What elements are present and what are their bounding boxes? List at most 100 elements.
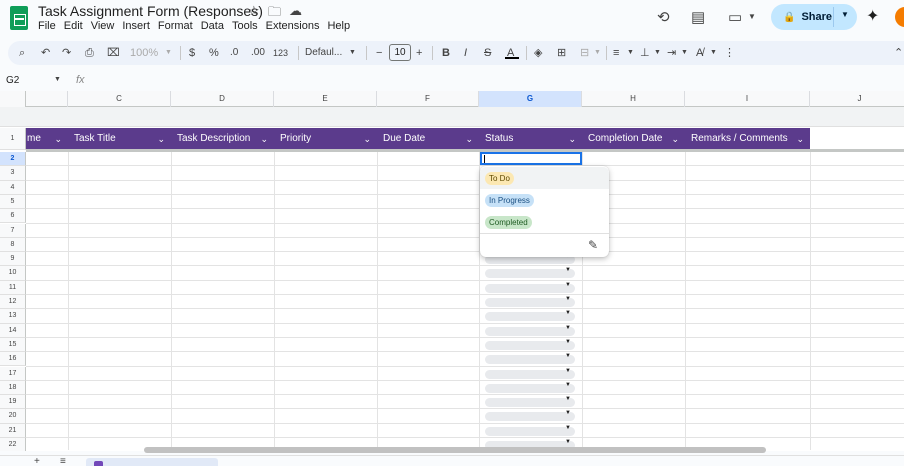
status-chip-dropdown[interactable] bbox=[485, 425, 575, 436]
row-header-14[interactable]: 14 bbox=[0, 323, 26, 338]
search-menus-icon[interactable]: ⌕ bbox=[19, 45, 25, 61]
cloud-status-icon[interactable]: ☁ bbox=[289, 3, 302, 19]
row-header-16[interactable]: 16 bbox=[0, 352, 26, 367]
row-header-19[interactable]: 19 bbox=[0, 395, 26, 410]
row-header-15[interactable]: 15 bbox=[0, 337, 26, 353]
header-cell-task-description[interactable]: Task Description ⌄ bbox=[171, 128, 274, 150]
freeze-divider[interactable] bbox=[26, 149, 904, 152]
status-chip-dropdown[interactable] bbox=[485, 368, 575, 379]
paint-format-icon[interactable]: ⌧ bbox=[107, 45, 120, 61]
merge-dropdown-icon[interactable]: ▼ bbox=[594, 45, 601, 61]
percent-format-button[interactable]: % bbox=[209, 45, 219, 61]
chevron-down-icon[interactable]: ⌄ bbox=[671, 128, 679, 150]
status-chip-dropdown[interactable] bbox=[485, 296, 575, 307]
history-icon[interactable]: ⟲ bbox=[657, 8, 670, 26]
number-format-button[interactable]: 123 bbox=[273, 45, 288, 61]
share-button[interactable]: 🔒 Share ▼ bbox=[771, 4, 857, 30]
gemini-icon[interactable]: ✦ bbox=[866, 6, 879, 26]
status-chip-dropdown[interactable] bbox=[485, 382, 575, 393]
row-header-13[interactable]: 13 bbox=[0, 309, 26, 324]
meet-dropdown-icon[interactable]: ▼ bbox=[748, 12, 756, 21]
currency-format-button[interactable]: $ bbox=[189, 45, 195, 61]
add-sheet-icon[interactable]: + bbox=[34, 456, 40, 466]
row-header-21[interactable]: 21 bbox=[0, 423, 26, 438]
chevron-down-icon[interactable]: ⌄ bbox=[796, 128, 804, 150]
horizontal-align-dropdown-icon[interactable]: ▼ bbox=[627, 45, 634, 61]
collapse-toolbar-icon[interactable]: ⌃ bbox=[894, 45, 903, 61]
menu-data[interactable]: Data bbox=[201, 20, 224, 32]
redo-icon[interactable]: ↷ bbox=[62, 45, 71, 61]
row-header-3[interactable]: 3 bbox=[0, 166, 26, 181]
header-cell-priority[interactable]: Priority ⌄ bbox=[274, 128, 377, 150]
borders-icon[interactable]: ⊞ bbox=[557, 45, 566, 61]
header-cell-task-title[interactable]: Task Title ⌄ bbox=[68, 128, 171, 150]
row-header-6[interactable]: 6 bbox=[0, 209, 26, 224]
menu-format[interactable]: Format bbox=[158, 20, 193, 32]
row-header-20[interactable]: 20 bbox=[0, 409, 26, 424]
status-chip-dropdown[interactable] bbox=[485, 353, 575, 365]
chevron-down-icon[interactable]: ⌄ bbox=[260, 128, 268, 150]
chevron-down-icon[interactable]: ⌄ bbox=[465, 128, 473, 150]
more-options-icon[interactable]: ⋮ bbox=[724, 45, 735, 61]
fill-color-icon[interactable]: ◈ bbox=[534, 45, 542, 61]
status-chip-dropdown[interactable] bbox=[485, 325, 575, 336]
row-header-1[interactable]: 1 bbox=[0, 128, 26, 150]
chevron-down-icon[interactable]: ⌄ bbox=[568, 128, 576, 150]
text-wrapping-dropdown-icon[interactable]: ▼ bbox=[681, 45, 688, 61]
italic-icon[interactable]: I bbox=[464, 45, 467, 61]
share-dropdown-icon[interactable]: ▼ bbox=[841, 10, 849, 19]
sheets-logo-icon[interactable] bbox=[10, 6, 28, 30]
avatar[interactable] bbox=[895, 7, 904, 27]
active-cell-g2[interactable] bbox=[480, 152, 582, 165]
status-chip-dropdown[interactable] bbox=[485, 339, 575, 350]
status-chip-dropdown[interactable] bbox=[485, 282, 575, 293]
column-header-i[interactable]: I bbox=[685, 91, 810, 107]
dropdown-option-completed[interactable]: Completed bbox=[480, 211, 609, 233]
undo-icon[interactable]: ↶ bbox=[41, 45, 50, 61]
font-select[interactable]: Defaul... bbox=[305, 45, 342, 61]
menu-help[interactable]: Help bbox=[327, 20, 350, 32]
dropdown-option-to-do[interactable]: To Do bbox=[480, 167, 609, 189]
chevron-down-icon[interactable]: ⌄ bbox=[157, 128, 165, 150]
all-sheets-icon[interactable]: ≡ bbox=[60, 456, 66, 466]
column-header-h[interactable]: H bbox=[582, 91, 685, 107]
strikethrough-icon[interactable]: S bbox=[484, 45, 491, 61]
edit-pencil-icon[interactable]: ✎ bbox=[588, 238, 598, 252]
menu-extensions[interactable]: Extensions bbox=[266, 20, 320, 32]
header-cell-completion-date[interactable]: Completion Date ⌄ bbox=[582, 128, 685, 150]
row-header-22[interactable]: 22 bbox=[0, 438, 26, 451]
row-header-7[interactable]: 7 bbox=[0, 223, 26, 238]
menu-insert[interactable]: Insert bbox=[122, 20, 150, 32]
dropdown-option-in-progress[interactable]: In Progress bbox=[480, 189, 609, 211]
menu-edit[interactable]: Edit bbox=[64, 20, 83, 32]
header-cell-status[interactable]: Status ⌄ bbox=[479, 128, 582, 150]
chevron-down-icon[interactable]: ⌄ bbox=[54, 128, 62, 150]
row-header-10[interactable]: 10 bbox=[0, 266, 26, 281]
column-header-e[interactable]: E bbox=[274, 91, 377, 107]
font-dropdown-icon[interactable]: ▼ bbox=[349, 45, 356, 61]
star-icon[interactable]: ☆ bbox=[248, 3, 260, 19]
print-icon[interactable]: ⎙ bbox=[85, 45, 94, 61]
row-header-11[interactable]: 11 bbox=[0, 280, 26, 295]
vertical-align-dropdown-icon[interactable]: ▼ bbox=[654, 45, 661, 61]
merge-cells-icon[interactable]: ⊟ bbox=[580, 45, 589, 61]
header-cell-remarks[interactable]: Remarks / Comments ⌄ bbox=[685, 128, 810, 150]
row-header-9[interactable]: 9 bbox=[0, 252, 26, 267]
column-header-j[interactable]: J bbox=[810, 91, 904, 107]
row-header-4[interactable]: 4 bbox=[0, 180, 26, 195]
menu-file[interactable]: File bbox=[38, 20, 56, 32]
status-chip-dropdown[interactable] bbox=[485, 396, 575, 408]
status-chip-dropdown[interactable] bbox=[485, 267, 575, 279]
text-rotation-icon[interactable]: A̸ bbox=[696, 45, 703, 61]
chevron-down-icon[interactable]: ⌄ bbox=[363, 128, 371, 150]
font-size-input[interactable]: 10 bbox=[389, 44, 411, 61]
meet-icon[interactable]: ▭ bbox=[728, 8, 742, 26]
row-header-17[interactable]: 17 bbox=[0, 366, 26, 381]
zoom-select[interactable]: 100% bbox=[130, 45, 158, 61]
header-cell-name[interactable]: me ⌄ bbox=[26, 128, 68, 150]
decrease-decimal-button[interactable]: .0 bbox=[230, 45, 238, 61]
row-header-8[interactable]: 8 bbox=[0, 237, 26, 253]
select-all-corner[interactable] bbox=[0, 91, 26, 107]
zoom-dropdown-icon[interactable]: ▼ bbox=[165, 45, 172, 61]
spreadsheet-grid[interactable]: C D E F G H I J 1 me ⌄ Task Title ⌄ Task D… bbox=[0, 91, 904, 451]
